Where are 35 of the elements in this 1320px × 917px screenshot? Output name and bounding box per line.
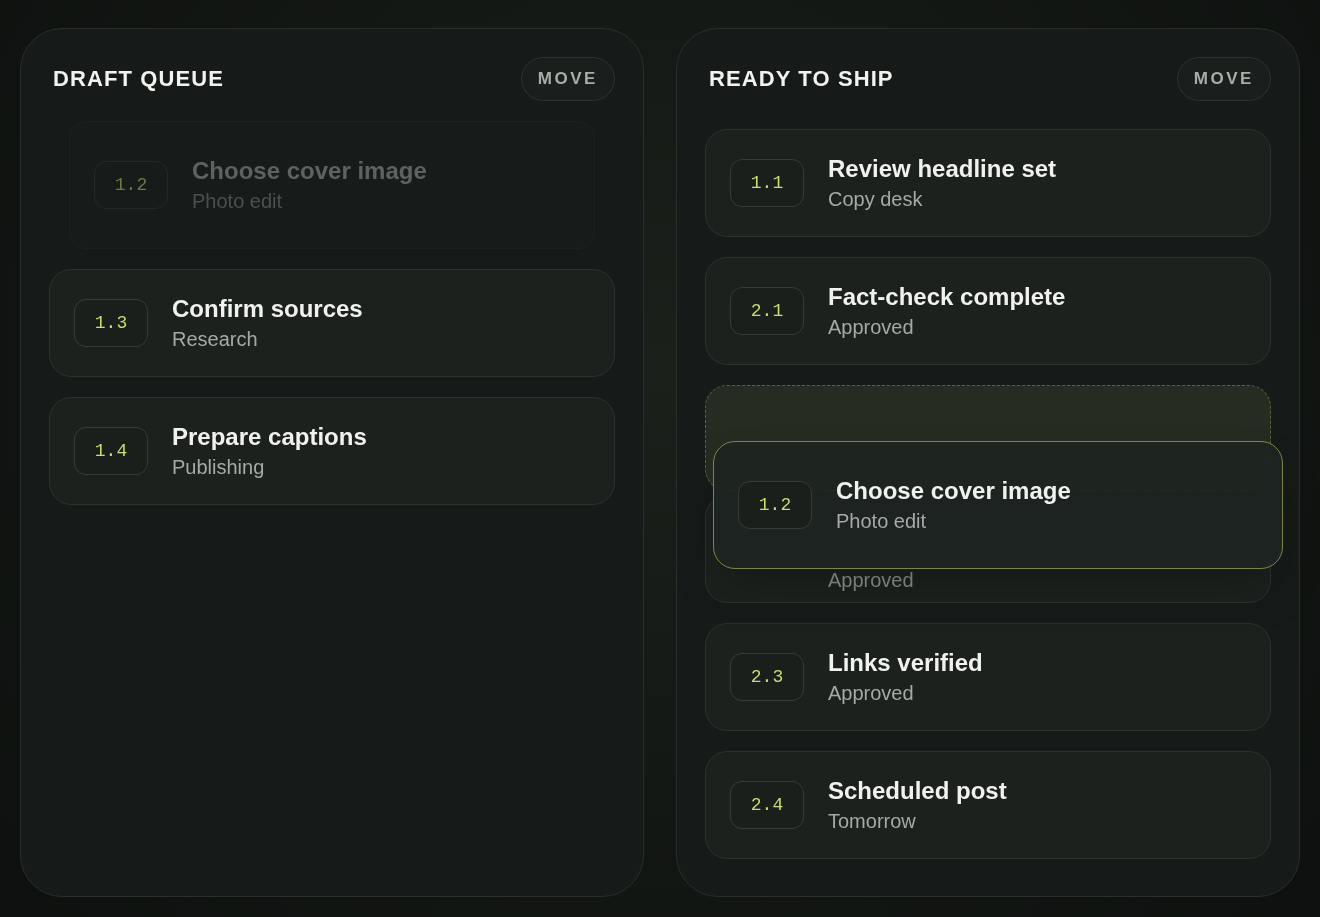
task-card[interactable]: 2.3 Links verified Approved [705,622,1271,731]
task-title: Choose cover image [192,155,427,186]
task-card[interactable]: 1.1 Review headline set Copy desk [705,128,1271,237]
step-badge: 2.1 [730,286,804,335]
task-subtitle: Copy desk [828,186,924,212]
step-badge: 2.4 [730,780,804,829]
task-subtitle: Publishing [172,454,266,480]
step-badge: 2.3 [730,652,804,701]
task-card[interactable]: 2.4 Scheduled post Tomorrow [705,750,1271,859]
task-card[interactable]: 1.4 Prepare captions Publishing [49,396,615,505]
task-card[interactable]: 2.1 Fact-check complete Approved [705,256,1271,365]
task-title: Confirm sources [172,293,363,324]
task-subtitle: Tomorrow [828,808,917,834]
task-subtitle: Photo edit [836,509,928,534]
task-subtitle: Approved [828,314,915,340]
column-title: READY TO SHIP [709,65,894,94]
task-card[interactable]: 1.3 Confirm sources Research [49,268,615,377]
step-badge: 1.3 [74,298,148,347]
task-title: Prepare captions [172,421,367,452]
dragged-card[interactable]: 1.2 Choose cover image Photo edit [713,441,1283,569]
task-subtitle: Approved [828,567,914,593]
move-button[interactable]: MOVE [1176,57,1271,101]
column-title: DRAFT QUEUE [53,65,224,94]
step-badge: 1.4 [74,426,148,475]
task-title: Scheduled post [828,775,1007,806]
task-subtitle: Approved [828,680,915,706]
task-title: Links verified [828,647,983,678]
task-title: Review headline set [828,153,1057,184]
step-badge: 1.1 [730,158,804,207]
move-button[interactable]: MOVE [520,57,615,101]
task-title: Fact-check complete [828,281,1066,312]
task-title: Choose cover image [836,476,1071,506]
step-badge: 1.2 [738,481,812,529]
task-subtitle: Research [172,326,259,352]
step-badge: 1.2 [94,160,168,209]
